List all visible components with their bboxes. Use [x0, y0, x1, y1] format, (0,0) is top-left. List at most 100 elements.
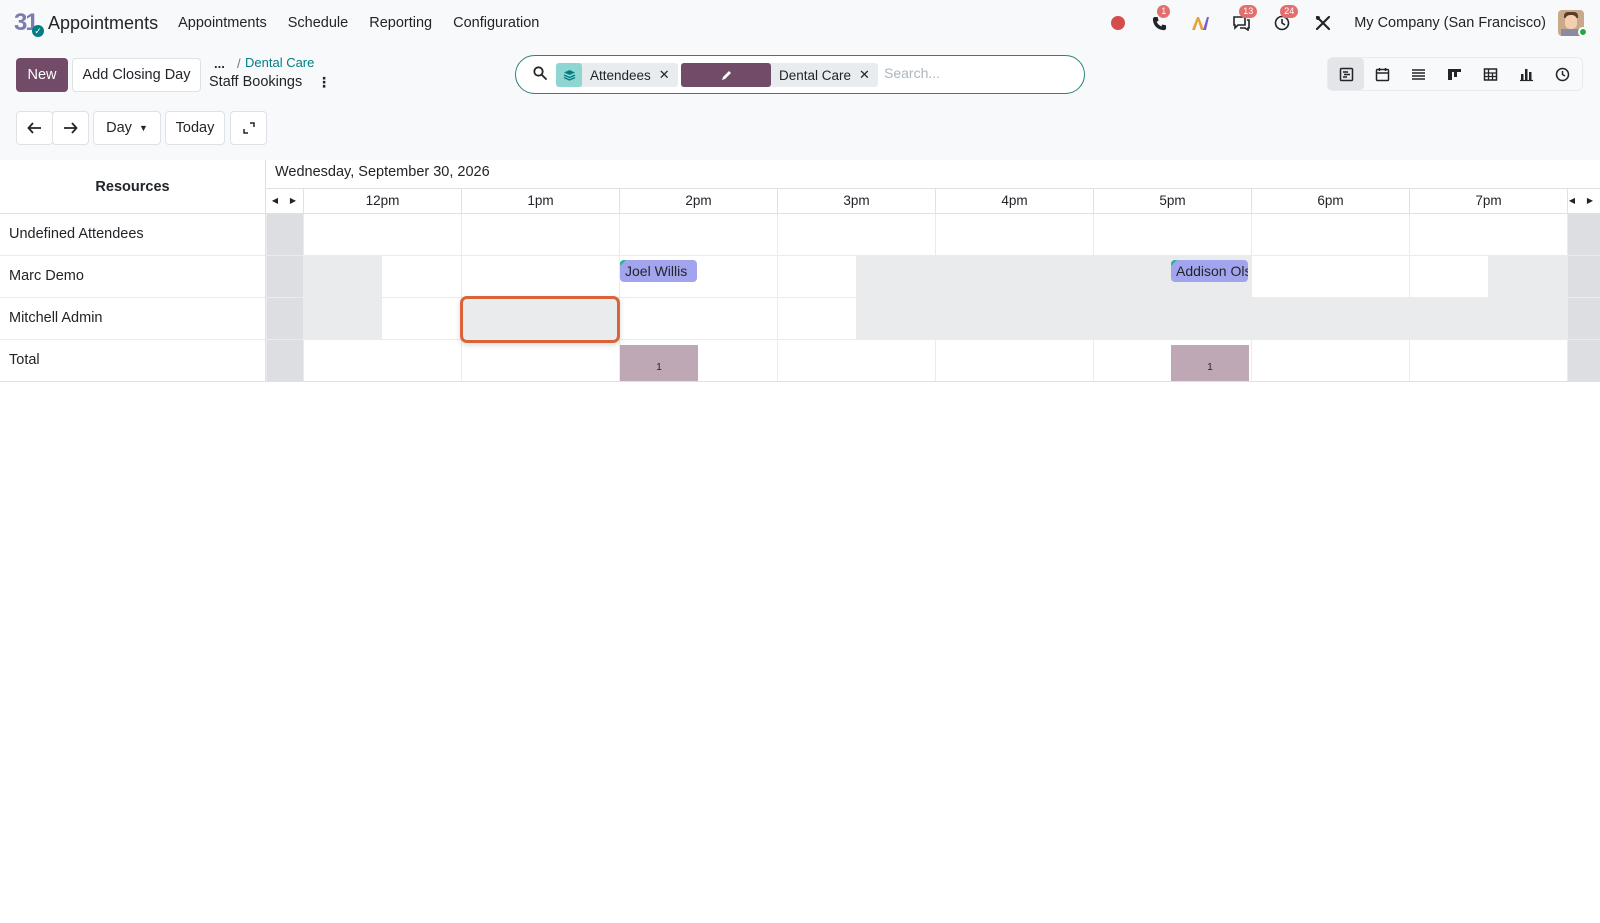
navbar: 31 ✓ Appointments Appointments Schedule R…	[0, 0, 1600, 46]
gantt-cell[interactable]	[777, 214, 935, 255]
app-brand[interactable]: 31 ✓ Appointments	[14, 9, 158, 37]
search-bar: Attendees ✕ Dental Care ✕	[515, 55, 1085, 94]
gantt-cell[interactable]	[303, 214, 461, 255]
gantt-cell	[1409, 340, 1567, 381]
gantt-cell[interactable]	[266, 214, 303, 255]
activity-view-button[interactable]	[1544, 58, 1580, 90]
caret-down-icon: ▼	[138, 123, 148, 133]
gantt-cell[interactable]	[1409, 214, 1567, 255]
appointment-name: Addison Olson	[1176, 263, 1248, 279]
gantt-total-row: Total 1 1	[0, 340, 1600, 382]
pivot-icon	[1483, 67, 1497, 81]
gantt-cell[interactable]	[382, 256, 461, 297]
gantt-cell	[266, 340, 303, 381]
gantt-cell-unavailable[interactable]	[1488, 256, 1567, 297]
actions-menu-icon[interactable]: ⋮	[317, 74, 331, 91]
gantt-row: Marc Demo Joel Willis Addison Olson	[0, 256, 1600, 298]
hour-header: 1pm	[461, 189, 619, 214]
selected-cell-highlight[interactable]	[460, 296, 620, 343]
row-label: Undefined Attendees	[0, 214, 266, 256]
row-label: Mitchell Admin	[0, 298, 266, 340]
company-switcher[interactable]: My Company (San Francisco)	[1354, 15, 1546, 31]
arrow-left-icon	[27, 122, 41, 134]
menu-item-configuration[interactable]: Configuration	[453, 15, 539, 31]
scale-dropdown[interactable]: Day ▼	[93, 111, 161, 145]
gantt-cell[interactable]	[461, 214, 619, 255]
gantt-cell[interactable]	[1093, 214, 1251, 255]
search-facet-attendees[interactable]: Attendees ✕	[556, 63, 678, 87]
gantt-cell[interactable]	[1567, 214, 1600, 255]
pencil-icon	[681, 63, 771, 87]
gantt-view-button[interactable]	[1328, 58, 1364, 90]
gantt-cell	[777, 340, 935, 381]
today-button[interactable]: Today	[165, 111, 225, 145]
hour-header: 2pm	[619, 189, 777, 214]
gantt-cell[interactable]	[619, 214, 777, 255]
gantt-cell[interactable]	[461, 256, 619, 297]
page-title: Staff Bookings	[209, 74, 303, 90]
row-label: Marc Demo	[0, 256, 266, 298]
gantt-cell[interactable]	[1251, 256, 1409, 297]
debug-tools-icon[interactable]	[1313, 13, 1333, 33]
messages-icon[interactable]: 13	[1231, 5, 1258, 33]
phone-icon[interactable]: 1	[1149, 5, 1171, 33]
menu-item-reporting[interactable]: Reporting	[369, 15, 432, 31]
bar-chart-icon	[1519, 68, 1533, 81]
kanban-icon	[1447, 68, 1461, 80]
gantt-cell[interactable]	[777, 256, 856, 297]
new-button[interactable]: New	[16, 58, 68, 92]
gantt-cell[interactable]	[1567, 256, 1600, 297]
hours-header: ◀ ▶ 12pm 1pm 2pm 3pm 4pm 5pm 6pm 7pm ◀ ▶	[266, 188, 1600, 214]
gantt-cell[interactable]	[1409, 256, 1488, 297]
remove-facet-icon[interactable]: ✕	[859, 67, 878, 83]
resources-header: Resources	[0, 160, 266, 214]
hour-header: 12pm	[303, 189, 461, 214]
remove-facet-icon[interactable]: ✕	[659, 67, 678, 83]
gantt-cell-unavailable[interactable]	[303, 298, 382, 339]
appointment-pill[interactable]: Joel Willis	[620, 260, 697, 282]
gantt-cell-unavailable[interactable]	[856, 298, 1567, 339]
scroll-right-icon[interactable]: ▶	[1581, 189, 1599, 214]
gantt-cell[interactable]	[266, 298, 303, 339]
appointment-pill[interactable]: Addison Olson	[1171, 260, 1248, 282]
gantt-row: Undefined Attendees	[0, 214, 1600, 256]
expand-button[interactable]	[230, 111, 267, 145]
scroll-left-icon[interactable]: ◀	[1563, 189, 1581, 214]
search-input[interactable]	[884, 65, 1074, 81]
calendar-view-button[interactable]	[1364, 58, 1400, 90]
gantt-cell[interactable]	[266, 256, 303, 297]
ai-icon[interactable]	[1190, 13, 1210, 33]
scroll-left-icon[interactable]: ◀	[266, 189, 284, 214]
view-switcher	[1327, 57, 1583, 91]
gantt-cell[interactable]	[935, 214, 1093, 255]
gantt-cell[interactable]	[1567, 298, 1600, 339]
kanban-view-button[interactable]	[1436, 58, 1472, 90]
search-icon	[533, 66, 547, 83]
pivot-view-button[interactable]	[1472, 58, 1508, 90]
gantt-cell-unavailable[interactable]	[303, 256, 382, 297]
pill-corner-marker	[1171, 260, 1177, 266]
next-button[interactable]	[52, 111, 89, 145]
gantt-cell[interactable]	[777, 298, 856, 339]
gantt-date-title: Wednesday, September 30, 2026	[275, 164, 490, 180]
add-closing-day-button[interactable]: Add Closing Day	[72, 58, 201, 92]
scroll-right-icon[interactable]: ▶	[284, 189, 302, 214]
gantt-cell	[1567, 340, 1600, 381]
breadcrumb-parent-link[interactable]: Dental Care	[245, 55, 314, 70]
graph-view-button[interactable]	[1508, 58, 1544, 90]
search-facet-dental-care[interactable]: Dental Care ✕	[681, 63, 878, 87]
gantt-cell[interactable]	[382, 298, 461, 339]
list-view-button[interactable]	[1400, 58, 1436, 90]
gantt-cell[interactable]	[619, 298, 777, 339]
scale-label: Day	[106, 120, 132, 136]
previous-button[interactable]	[16, 111, 53, 145]
recording-icon[interactable]	[1108, 13, 1128, 33]
messages-badge: 13	[1239, 5, 1258, 18]
menu-item-schedule[interactable]: Schedule	[288, 15, 348, 31]
gantt-cell[interactable]	[1251, 214, 1409, 255]
activities-clock-icon[interactable]: 24	[1272, 5, 1299, 33]
breadcrumb-more[interactable]: ...	[214, 56, 225, 71]
calendar-icon	[1375, 67, 1389, 81]
menu-item-appointments[interactable]: Appointments	[178, 15, 267, 31]
row-label: Total	[0, 340, 266, 382]
